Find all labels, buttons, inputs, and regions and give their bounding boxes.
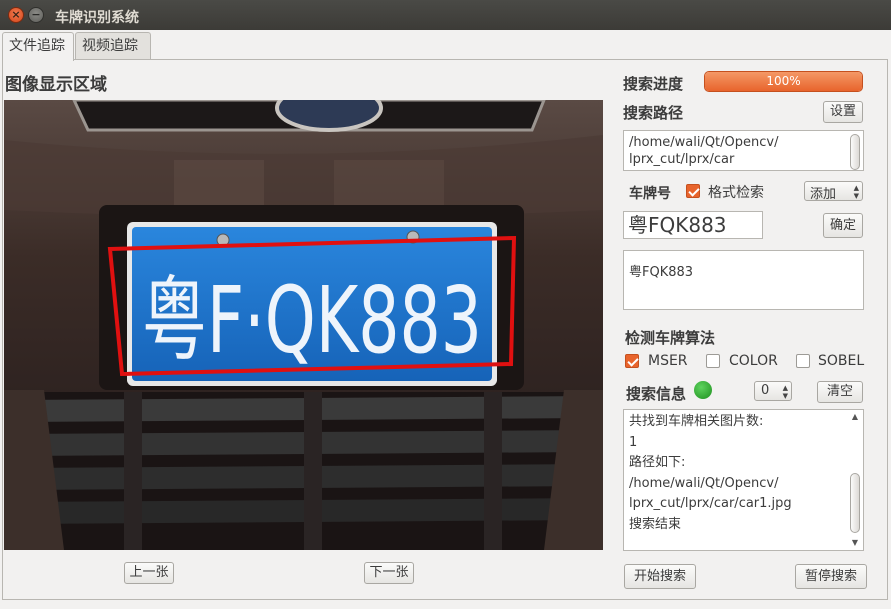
search-log-text: 共找到车牌相关图片数: 1 路径如下: /home/wali/Qt/Opencv… — [629, 414, 792, 532]
image-display: 粤F·QK883 — [4, 100, 603, 550]
color-checkbox[interactable] — [706, 354, 720, 368]
search-progress-label: 搜索进度 — [623, 75, 684, 93]
mser-label: MSER — [648, 353, 688, 369]
combo-arrows-icon: ▲ ▼ — [853, 184, 859, 200]
path-scroll-thumb[interactable] — [850, 134, 860, 170]
format-search-checkbox[interactable] — [686, 184, 700, 198]
search-path-field[interactable]: /home/wali/Qt/Opencv/ lprx_cut/lprx/car — [623, 130, 864, 171]
minimize-window-button[interactable]: − — [28, 7, 44, 23]
search-info-label: 搜索信息 — [626, 385, 687, 403]
title-bar: × − 车牌识别系统 — [0, 0, 891, 30]
close-icon: × — [11, 8, 21, 21]
info-spinbox-value: 0 — [761, 383, 770, 398]
format-search-label: 格式检索 — [708, 185, 764, 201]
tab-file-tracking[interactable]: 文件追踪 — [2, 32, 74, 61]
search-log[interactable]: 共找到车牌相关图片数: 1 路径如下: /home/wali/Qt/Opencv… — [623, 409, 864, 551]
minimize-icon: − — [31, 8, 41, 21]
algorithm-title: 检测车牌算法 — [625, 329, 716, 347]
info-spinbox[interactable]: 0 ▲ ▼ — [754, 381, 792, 401]
next-image-button[interactable]: 下一张 — [364, 562, 414, 584]
confirm-button[interactable]: 确定 — [823, 213, 863, 238]
search-progress-text: 100% — [766, 74, 801, 88]
plate-text: 粤F·QK883 — [142, 267, 482, 374]
path-scrollbar[interactable] — [848, 132, 862, 170]
scroll-down-icon[interactable]: ▼ — [850, 539, 860, 547]
plate-list-item[interactable]: 粤FQK883 — [629, 261, 693, 280]
status-indicator — [694, 381, 712, 399]
window-title: 车牌识别系统 — [55, 10, 139, 26]
pause-search-button[interactable]: 暂停搜索 — [795, 564, 867, 589]
search-path-label: 搜索路径 — [623, 104, 684, 122]
image-panel-title: 图像显示区域 — [5, 75, 107, 95]
log-scroll-thumb[interactable] — [850, 473, 860, 533]
plate-number-label: 车牌号 — [629, 186, 671, 202]
search-path-value: /home/wali/Qt/Opencv/ lprx_cut/lprx/car — [629, 135, 779, 167]
spin-arrows-icon[interactable]: ▲ ▼ — [783, 384, 788, 400]
log-scrollbar[interactable]: ▲ ▼ — [848, 411, 862, 549]
tab-video-tracking[interactable]: 视频追踪 — [75, 32, 151, 60]
sobel-label: SOBEL — [818, 353, 865, 369]
scroll-up-icon[interactable]: ▲ — [850, 413, 860, 421]
car-image: 粤F·QK883 — [4, 100, 603, 550]
start-search-button[interactable]: 开始搜索 — [624, 564, 696, 589]
clear-button[interactable]: 清空 — [817, 381, 863, 403]
add-combo-value: 添加 — [810, 187, 837, 202]
add-combo[interactable]: 添加 ▲ ▼ — [804, 181, 863, 202]
close-window-button[interactable]: × — [8, 7, 24, 23]
search-progress-bar: 100% — [704, 71, 863, 92]
plate-list[interactable]: 粤FQK883 — [623, 250, 864, 310]
sobel-checkbox[interactable] — [796, 354, 810, 368]
plate-number-input[interactable]: 粤FQK883 — [623, 211, 763, 239]
plate-number-input-value: 粤FQK883 — [628, 213, 727, 237]
previous-image-button[interactable]: 上一张 — [124, 562, 174, 584]
mser-checkbox[interactable] — [625, 354, 639, 368]
color-label: COLOR — [729, 353, 778, 369]
set-path-button[interactable]: 设置 — [823, 101, 863, 123]
